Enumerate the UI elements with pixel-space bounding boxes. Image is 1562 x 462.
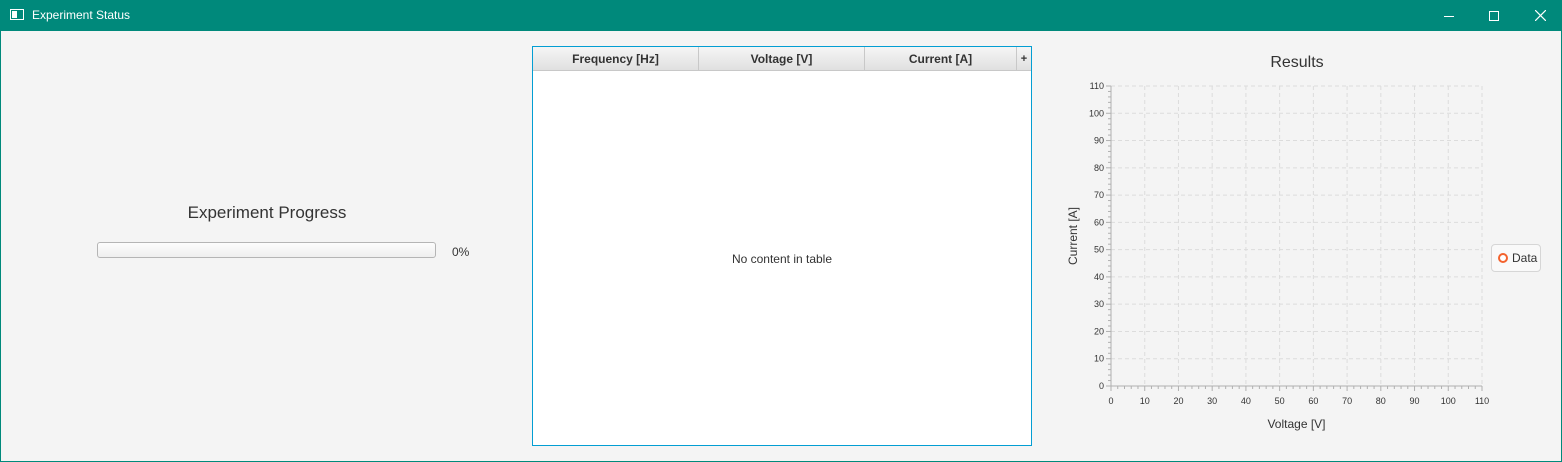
chart-title: Results [1270,54,1324,71]
progress-percent-label: 0% [452,245,470,259]
x-tick-label: 100 [1441,396,1456,406]
x-tick-label: 60 [1308,396,1318,406]
close-icon [1534,10,1546,21]
results-chart: 0 10 20 30 40 50 60 70 80 90 100 110 0 10 20 30 40 50 60 70… [1066,81,1489,431]
x-tick-label: 50 [1275,396,1285,406]
minimize-button[interactable] [1426,0,1472,31]
x-tick-label: 90 [1410,396,1420,406]
x-axis-label: Voltage [V] [1267,417,1325,431]
y-tick-label: 40 [1094,272,1104,282]
column-menu-button[interactable]: + [1017,47,1031,70]
y-tick-label: 20 [1094,326,1104,336]
results-table[interactable]: Frequency [Hz] Voltage [V] Current [A] +… [532,46,1032,446]
table-header: Frequency [Hz] Voltage [V] Current [A] + [533,47,1031,71]
x-tick-label: 10 [1140,396,1150,406]
y-tick-label: 30 [1094,299,1104,309]
window-title: Experiment Status [32,8,131,22]
app-icon [10,9,24,20]
close-button[interactable] [1517,0,1562,31]
column-header-current[interactable]: Current [A] [865,47,1017,70]
chart-legend: Data [1491,244,1541,272]
y-tick-label: 110 [1090,81,1104,91]
legend-symbol-data [1498,253,1508,263]
y-tick-label: 10 [1094,354,1104,364]
title-bar[interactable]: Experiment Status [1,0,1562,31]
x-tick-label: 40 [1241,396,1251,406]
y-tick-label: 80 [1094,163,1104,173]
column-header-frequency[interactable]: Frequency [Hz] [533,47,699,70]
x-tick-label: 80 [1376,396,1386,406]
y-tick-label: 0 [1099,381,1104,391]
y-tick-label: 90 [1094,136,1104,146]
maximize-icon [1489,10,1499,21]
y-tick-label: 70 [1094,190,1104,200]
y-tick-label: 100 [1089,108,1104,118]
x-tick-label: 0 [1108,396,1113,406]
y-axis-label: Current [A] [1066,207,1080,265]
table-placeholder: No content in table [731,252,833,266]
y-tick-label: 60 [1094,217,1104,227]
minimize-icon [1444,15,1454,17]
y-tick-label: 50 [1094,245,1104,255]
column-header-voltage[interactable]: Voltage [V] [699,47,865,70]
x-tick-label: 110 [1475,396,1489,406]
legend-label-data: Data [1512,251,1538,265]
app-window: Experiment Status Experiment Progress 0%… [0,0,1562,462]
x-tick-label: 70 [1342,396,1352,406]
maximize-button[interactable] [1471,0,1517,31]
progress-title: Experiment Progress [187,203,347,222]
x-tick-label: 20 [1173,396,1183,406]
x-tick-label: 30 [1207,396,1217,406]
progress-bar [97,242,436,258]
